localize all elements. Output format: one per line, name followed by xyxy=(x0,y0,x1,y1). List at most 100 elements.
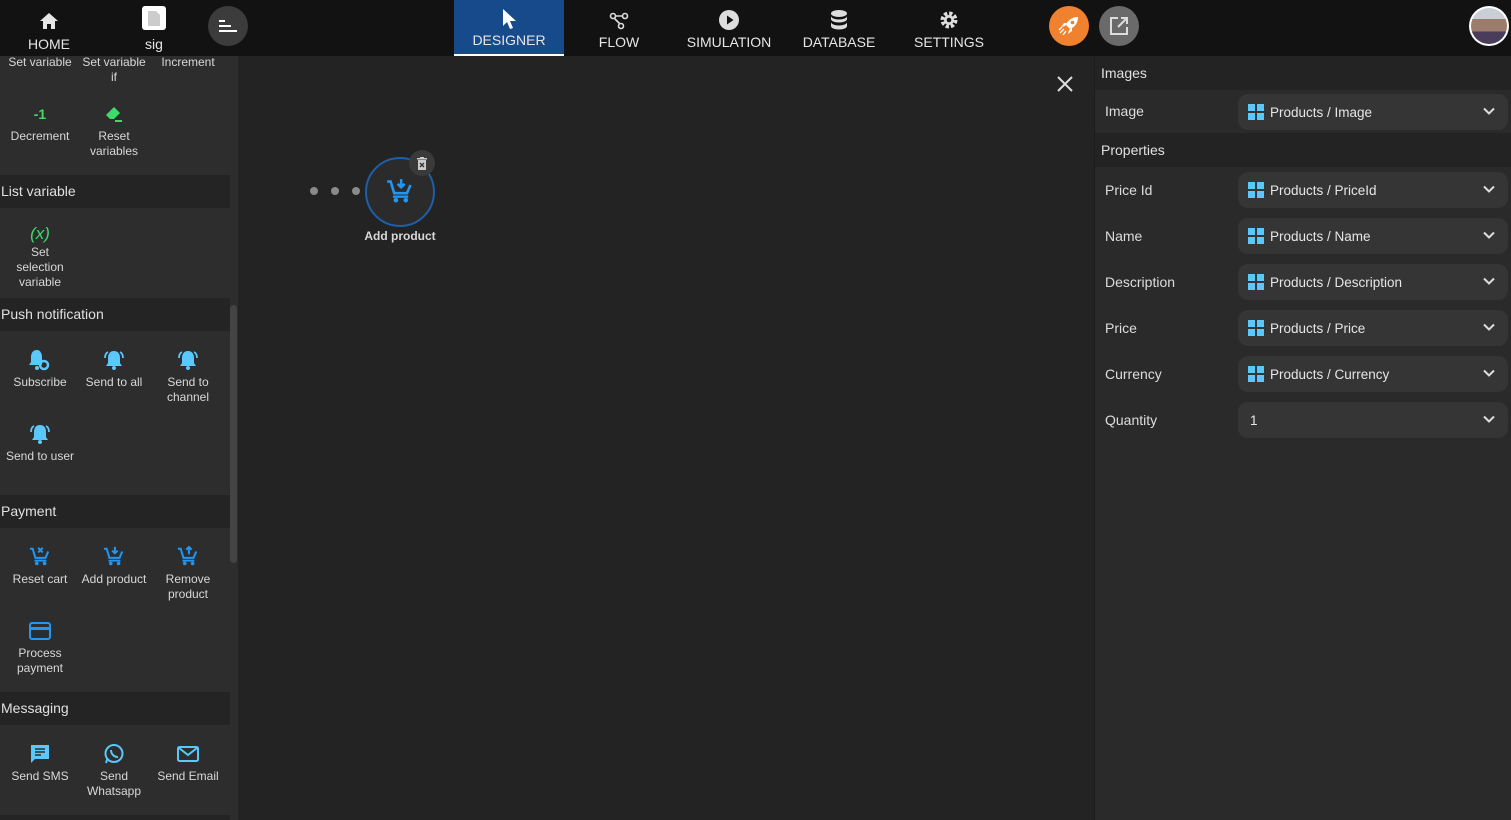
component-label: Decrement xyxy=(10,129,70,143)
menu-toggle-button[interactable] xyxy=(208,6,248,46)
component-list: Set variable Set variable if Increment -1 De… xyxy=(0,56,230,820)
top-bar: HOME sig DESIGNER FLOW SIMULATION DATABA… xyxy=(0,0,1511,56)
table-icon xyxy=(1248,104,1264,120)
property-select[interactable]: 1 xyxy=(1238,402,1508,438)
tab-settings[interactable]: SETTINGS xyxy=(894,0,1004,56)
component-send-whatsapp[interactable]: Send Whatsapp xyxy=(77,733,151,807)
properties-header: Properties xyxy=(1095,133,1511,167)
open-external-icon xyxy=(1110,17,1128,35)
component-add-product[interactable]: Add product xyxy=(77,536,151,610)
component-label: Process payment xyxy=(16,646,64,675)
home-button[interactable]: HOME xyxy=(9,0,89,56)
component-grid: (x) Set selection variable xyxy=(0,208,230,298)
property-row-description: Description Products / Description xyxy=(1095,259,1511,305)
open-external-button[interactable] xyxy=(1099,6,1139,46)
component-reset-cart[interactable]: Reset cart xyxy=(3,536,77,610)
component-grid: Send SMS Send Whatsapp Send Email xyxy=(0,725,230,815)
credit-card-icon xyxy=(29,620,51,642)
table-icon xyxy=(1248,182,1264,198)
property-row-currency: Currency Products / Currency xyxy=(1095,351,1511,397)
project-button[interactable]: sig xyxy=(124,0,184,56)
component-send-sms[interactable]: Send SMS xyxy=(3,733,77,807)
component-reset-variables[interactable]: Reset variables xyxy=(77,93,151,167)
property-row-name: Name Products / Name xyxy=(1095,213,1511,259)
tab-simulation[interactable]: SIMULATION xyxy=(674,0,784,56)
component-set-variable[interactable]: Set variable xyxy=(3,56,77,93)
chevron-down-icon xyxy=(1483,323,1495,331)
select-value: Products / PriceId xyxy=(1270,182,1377,198)
section-header[interactable]: List variable xyxy=(0,175,230,208)
select-value: Products / Description xyxy=(1270,274,1403,290)
property-select[interactable]: Products / Description xyxy=(1238,264,1508,300)
chevron-down-icon xyxy=(1483,369,1495,377)
component-grid: Reset cart Add product Remove product Proce… xyxy=(0,528,230,692)
section-header[interactable]: Messaging xyxy=(0,692,230,725)
component-send-email[interactable]: Send Email xyxy=(151,733,225,807)
section-header[interactable]: Payment xyxy=(0,495,230,528)
section-header[interactable] xyxy=(0,815,230,820)
property-select[interactable]: Products / PriceId xyxy=(1238,172,1508,208)
property-row-price-id: Price Id Products / PriceId xyxy=(1095,167,1511,213)
tab-label: SETTINGS xyxy=(913,34,984,50)
component-decrement[interactable]: -1 Decrement xyxy=(3,93,77,167)
component-label: Send to all xyxy=(85,375,143,389)
component-subscribe[interactable]: Subscribe xyxy=(3,339,77,413)
tab-label: DATABASE xyxy=(802,34,876,50)
eraser-icon xyxy=(103,103,125,125)
property-label: Price xyxy=(1105,320,1137,336)
property-label: Quantity xyxy=(1105,412,1158,428)
component-set-variable-if[interactable]: Set variable if xyxy=(77,56,151,93)
component-label: Reset variables xyxy=(89,129,139,158)
connector-dot[interactable] xyxy=(310,187,318,195)
select-value: Products / Currency xyxy=(1270,366,1390,382)
tab-designer[interactable]: DESIGNER xyxy=(454,0,564,56)
select-value: 1 xyxy=(1250,412,1258,428)
image-select[interactable]: Products / Image xyxy=(1238,94,1508,130)
component-increment[interactable]: Increment xyxy=(151,56,225,93)
chevron-down-icon xyxy=(1483,185,1495,193)
component-label: Send to user xyxy=(5,449,75,463)
menu-icon xyxy=(219,20,237,32)
sidebar-scrollbar[interactable] xyxy=(230,305,237,563)
component-label: Remove product xyxy=(165,572,211,601)
component-remove-product[interactable]: Remove product xyxy=(151,536,225,610)
connector-dot[interactable] xyxy=(331,187,339,195)
component-process-payment[interactable]: Process payment xyxy=(3,610,77,684)
avatar-photo xyxy=(1471,8,1507,44)
section-header[interactable]: Push notification xyxy=(0,298,230,331)
close-icon xyxy=(1057,76,1073,92)
property-label: Currency xyxy=(1105,366,1162,382)
cursor-icon xyxy=(502,0,516,30)
component-grid: Subscribe Send to all Send to channel Send … xyxy=(0,331,230,495)
home-label: HOME xyxy=(28,36,70,52)
component-label: Set variable if xyxy=(82,56,146,84)
delete-node-button[interactable] xyxy=(409,150,435,176)
component-send-to-all[interactable]: Send to all xyxy=(77,339,151,413)
tab-flow[interactable]: FLOW xyxy=(564,0,674,56)
component-send-to-channel[interactable]: Send to channel xyxy=(151,339,225,413)
publish-button[interactable] xyxy=(1049,6,1089,46)
property-select[interactable]: Products / Currency xyxy=(1238,356,1508,392)
variable-icon: (x) xyxy=(30,224,50,243)
property-row-price: Price Products / Price xyxy=(1095,305,1511,351)
designer-canvas[interactable]: Add product xyxy=(238,56,1094,820)
property-select[interactable]: Products / Price xyxy=(1238,310,1508,346)
property-row-quantity: Quantity 1 xyxy=(1095,397,1511,443)
component-send-to-user[interactable]: Send to user xyxy=(3,413,77,487)
close-button[interactable] xyxy=(1056,75,1074,98)
trash-icon xyxy=(417,156,427,170)
chevron-down-icon xyxy=(1483,415,1495,423)
decrement-icon: -1 xyxy=(33,105,47,122)
component-label: Send to channel xyxy=(166,375,210,404)
user-avatar[interactable] xyxy=(1469,6,1509,46)
component-sidebar: Set variable Set variable if Increment -1 De… xyxy=(0,56,238,820)
flow-icon xyxy=(609,0,629,30)
component-label: Increment xyxy=(161,56,215,69)
tab-database[interactable]: DATABASE xyxy=(784,0,894,56)
component-label: Set variable xyxy=(8,56,72,69)
sms-icon xyxy=(29,743,51,765)
property-select[interactable]: Products / Name xyxy=(1238,218,1508,254)
connector-dot[interactable] xyxy=(352,187,360,195)
component-set-selection-variable[interactable]: (x) Set selection variable xyxy=(3,216,77,290)
bell-ring-icon xyxy=(28,423,52,445)
